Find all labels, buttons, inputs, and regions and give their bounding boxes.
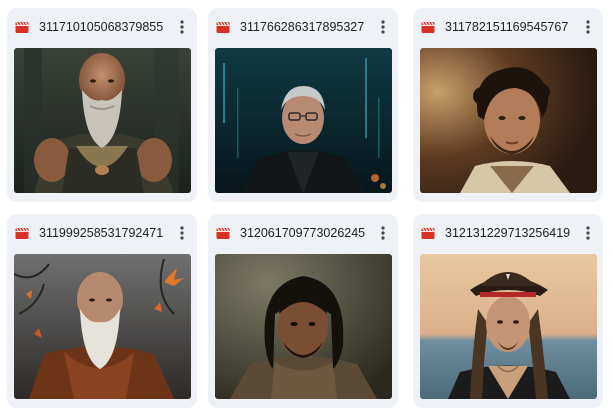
more-vert-icon — [180, 20, 184, 34]
file-name: 312131229713256419 — [445, 226, 571, 240]
file-card[interactable]: 312061709773026245 — [208, 214, 398, 408]
more-options-button[interactable] — [372, 16, 394, 38]
file-card[interactable]: 311782151169545767 — [413, 8, 603, 202]
pirate-beach-thumbnail — [420, 254, 597, 399]
file-name: 311782151169545767 — [445, 20, 569, 34]
video-file-icon — [421, 227, 435, 239]
file-grid: 311710105068379855 311766286317895327 31… — [0, 0, 613, 408]
file-card-header: 312061709773026245 — [208, 214, 398, 254]
older-man-glasses-city-thumbnail — [215, 48, 392, 193]
more-vert-icon — [180, 226, 184, 240]
more-options-button[interactable] — [577, 16, 599, 38]
more-options-button[interactable] — [372, 222, 394, 244]
file-name: 312061709773026245 — [240, 226, 366, 240]
video-file-icon — [216, 21, 230, 33]
more-options-button[interactable] — [171, 16, 193, 38]
file-name: 311710105068379855 — [39, 20, 164, 34]
more-options-button[interactable] — [171, 222, 193, 244]
more-vert-icon — [381, 20, 385, 34]
video-file-icon — [15, 21, 29, 33]
file-thumbnail[interactable] — [420, 48, 597, 193]
file-thumbnail[interactable] — [215, 254, 392, 399]
file-card-header: 311766286317895327 — [208, 8, 398, 48]
file-card-header: 311782151169545767 — [413, 8, 603, 48]
bald-bearded-warrior-thumbnail — [14, 48, 191, 193]
file-thumbnail[interactable] — [14, 48, 191, 193]
more-vert-icon — [381, 226, 385, 240]
file-thumbnail[interactable] — [420, 254, 597, 399]
file-name: 311766286317895327 — [240, 20, 365, 34]
file-card-header: 311999258531792471 — [7, 214, 197, 254]
file-card[interactable]: 312131229713256419 — [413, 214, 603, 408]
video-file-icon — [15, 227, 29, 239]
file-thumbnail[interactable] — [14, 254, 191, 399]
old-monk-autumn-thumbnail — [14, 254, 191, 399]
more-options-button[interactable] — [577, 222, 599, 244]
long-haired-man-thumbnail — [215, 254, 392, 399]
file-card-header: 311710105068379855 — [7, 8, 197, 48]
video-file-icon — [216, 227, 230, 239]
file-card[interactable]: 311766286317895327 — [208, 8, 398, 202]
file-card-header: 312131229713256419 — [413, 214, 603, 254]
more-vert-icon — [586, 20, 590, 34]
file-name: 311999258531792471 — [39, 226, 164, 240]
file-thumbnail[interactable] — [215, 48, 392, 193]
curly-haired-man-thumbnail — [420, 48, 597, 193]
video-file-icon — [421, 21, 435, 33]
more-vert-icon — [586, 226, 590, 240]
file-card[interactable]: 311710105068379855 — [7, 8, 197, 202]
file-card[interactable]: 311999258531792471 — [7, 214, 197, 408]
